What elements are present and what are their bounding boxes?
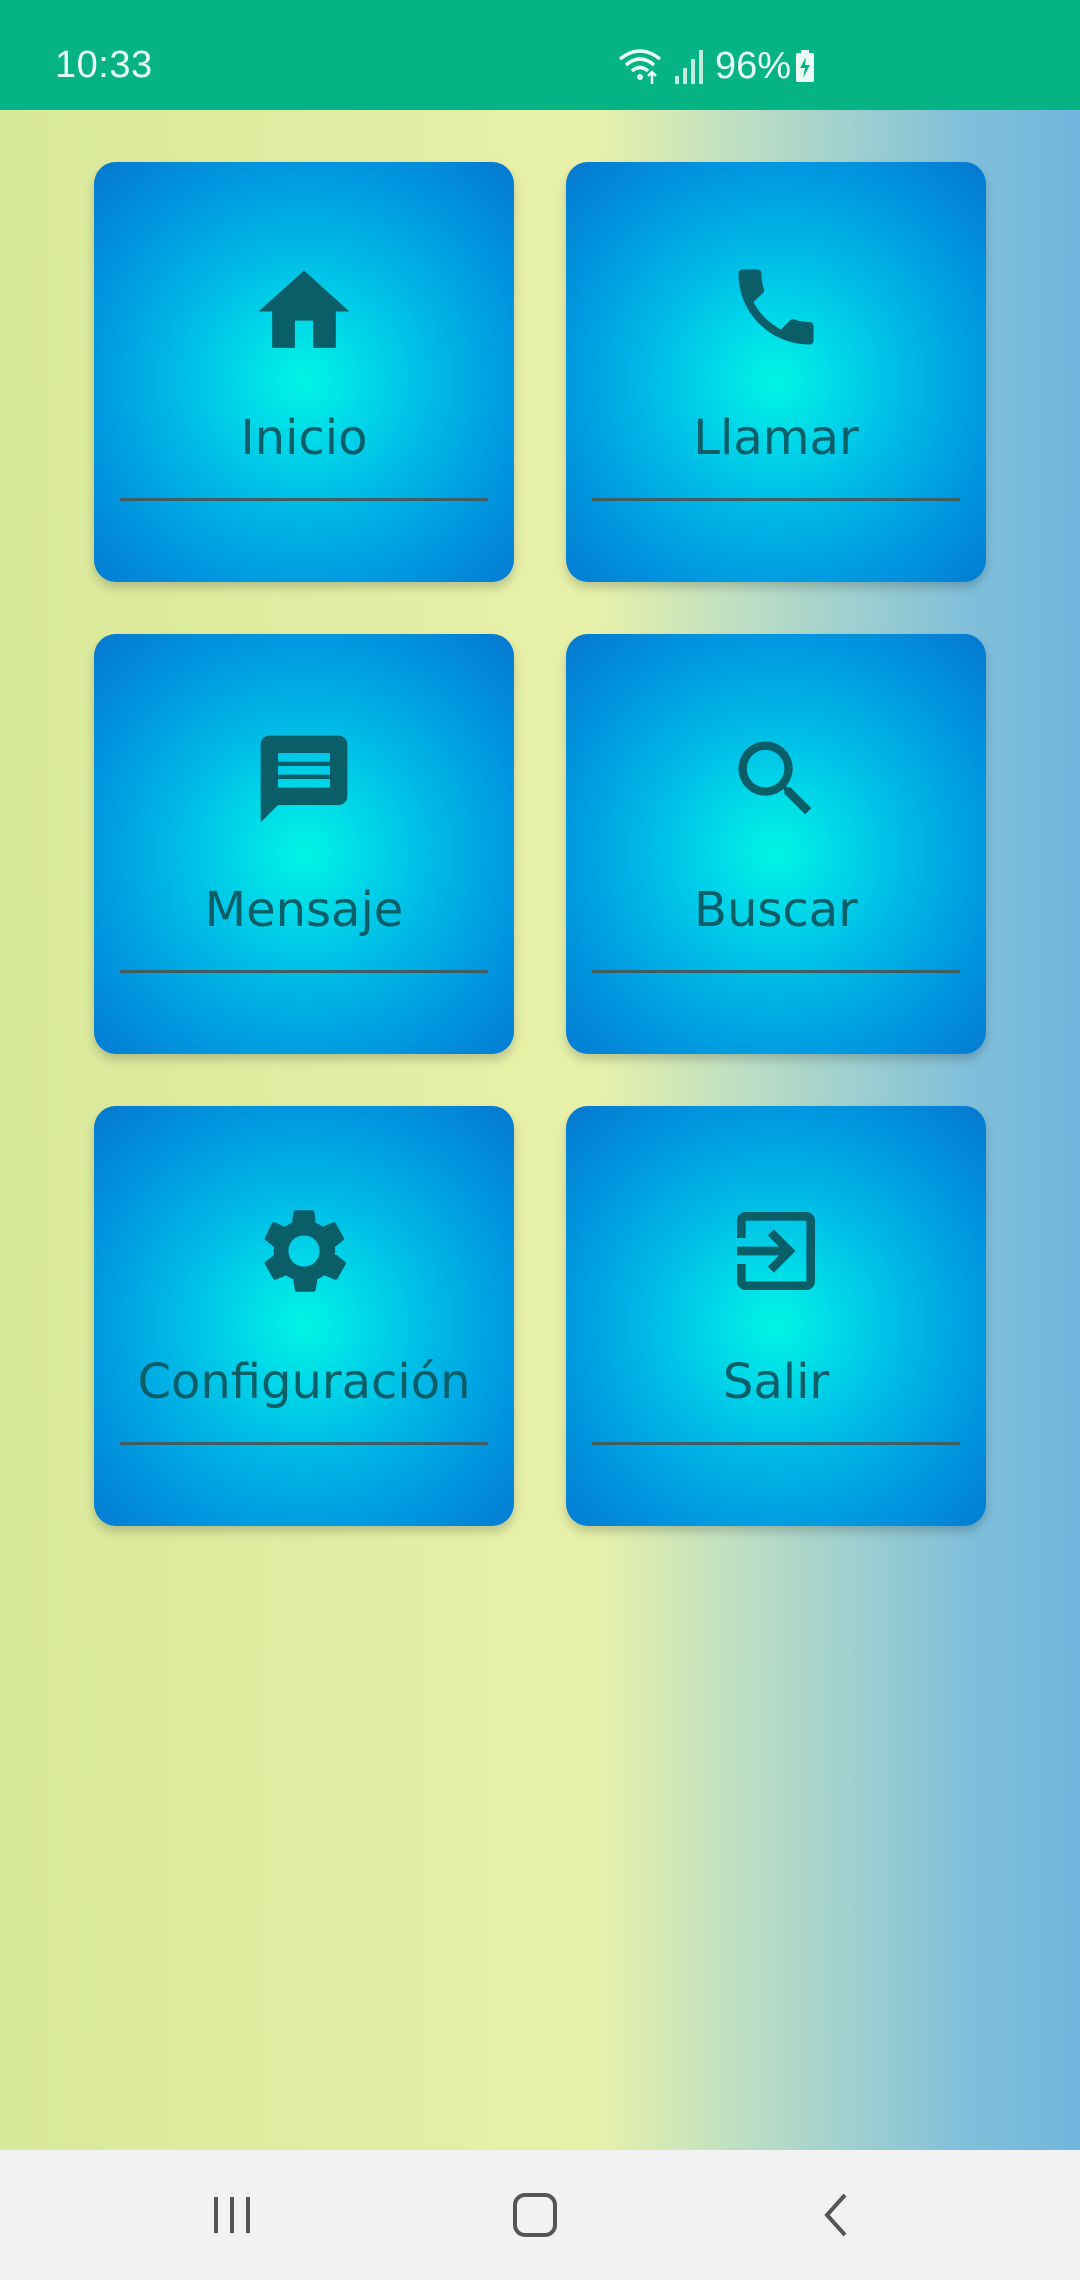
tile-mensaje[interactable]: Mensaje xyxy=(94,634,514,1054)
navigation-bar xyxy=(0,2150,1080,2280)
tile-label: Configuración xyxy=(137,1354,471,1410)
battery-charging-icon xyxy=(795,50,815,82)
home-nav-icon[interactable] xyxy=(495,2180,575,2250)
divider xyxy=(592,498,960,501)
tile-label: Llamar xyxy=(693,410,859,466)
status-bar: 10:33 96% xyxy=(0,0,1080,110)
divider xyxy=(592,970,960,973)
tile-salir[interactable]: Salir xyxy=(566,1106,986,1526)
tile-label: Buscar xyxy=(694,882,858,938)
search-icon xyxy=(566,724,986,834)
signal-icon xyxy=(673,46,705,86)
main-content: Inicio Llamar Mensaje Buscar Configuraci… xyxy=(0,110,1080,2150)
battery-percentage: 96% xyxy=(714,44,791,87)
tile-label: Salir xyxy=(722,1354,830,1410)
exit-icon xyxy=(566,1196,986,1306)
phone-icon xyxy=(566,252,986,362)
home-icon xyxy=(94,252,514,362)
divider xyxy=(120,970,488,973)
wifi-icon xyxy=(617,46,663,86)
tile-label: Mensaje xyxy=(204,882,404,938)
tile-llamar[interactable]: Llamar xyxy=(566,162,986,582)
divider xyxy=(592,1442,960,1445)
recent-apps-icon[interactable] xyxy=(192,2180,272,2250)
back-icon[interactable] xyxy=(797,2180,877,2250)
tile-buscar[interactable]: Buscar xyxy=(566,634,986,1054)
settings-icon xyxy=(94,1196,514,1306)
message-icon xyxy=(94,724,514,834)
status-time: 10:33 xyxy=(55,44,153,86)
tile-inicio[interactable]: Inicio xyxy=(94,162,514,582)
divider xyxy=(120,1442,488,1445)
status-icons: 96% xyxy=(617,44,815,88)
divider xyxy=(120,498,488,501)
tile-configuracion[interactable]: Configuración xyxy=(94,1106,514,1526)
tile-label: Inicio xyxy=(240,410,368,466)
